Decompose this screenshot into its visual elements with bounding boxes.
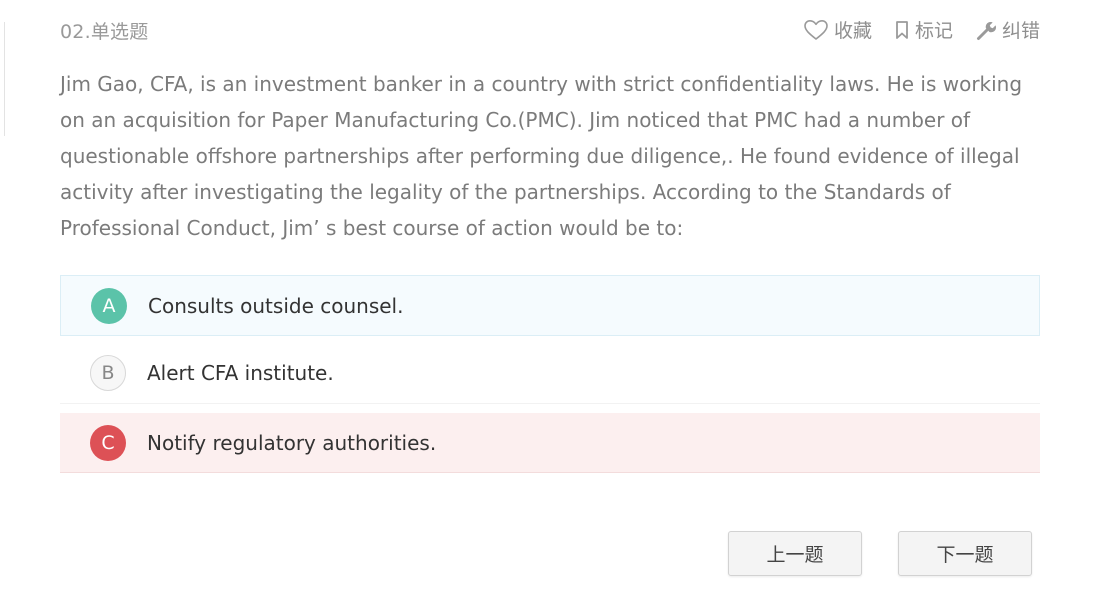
bookmark-label: 标记	[914, 20, 953, 42]
question-number: 02.单选题	[60, 21, 149, 43]
question-actions: 收藏 标记 纠错	[803, 16, 1040, 43]
option-b[interactable]: B Alert CFA institute.	[60, 343, 1040, 404]
favorite-button[interactable]: 收藏	[803, 16, 872, 43]
option-text: Consults outside counsel.	[148, 293, 404, 318]
question-page: 02.单选题 收藏 标记 纠错 Jim Gao, CFA, is an inve…	[0, 0, 1100, 594]
report-error-label: 纠错	[1001, 20, 1040, 42]
previous-question-button[interactable]: 上一题	[728, 531, 862, 576]
wrench-icon	[975, 19, 997, 41]
next-question-button[interactable]: 下一题	[898, 531, 1032, 576]
option-a[interactable]: A Consults outside counsel.	[60, 275, 1040, 336]
left-divider	[4, 22, 5, 136]
option-text: Alert CFA institute.	[147, 361, 334, 385]
question-stem: Jim Gao, CFA, is an investment banker in…	[60, 72, 1023, 240]
option-letter-badge: B	[90, 355, 126, 391]
option-letter-badge: C	[90, 424, 126, 461]
option-letter-badge: A	[91, 287, 127, 324]
heart-icon	[803, 19, 829, 41]
report-error-button[interactable]: 纠错	[975, 16, 1040, 43]
option-c[interactable]: C Notify regulatory authorities.	[60, 413, 1040, 473]
favorite-label: 收藏	[833, 20, 872, 42]
bookmark-button[interactable]: 标记	[894, 16, 953, 43]
bookmark-icon	[894, 20, 910, 40]
option-text: Notify regulatory authorities.	[147, 430, 437, 455]
